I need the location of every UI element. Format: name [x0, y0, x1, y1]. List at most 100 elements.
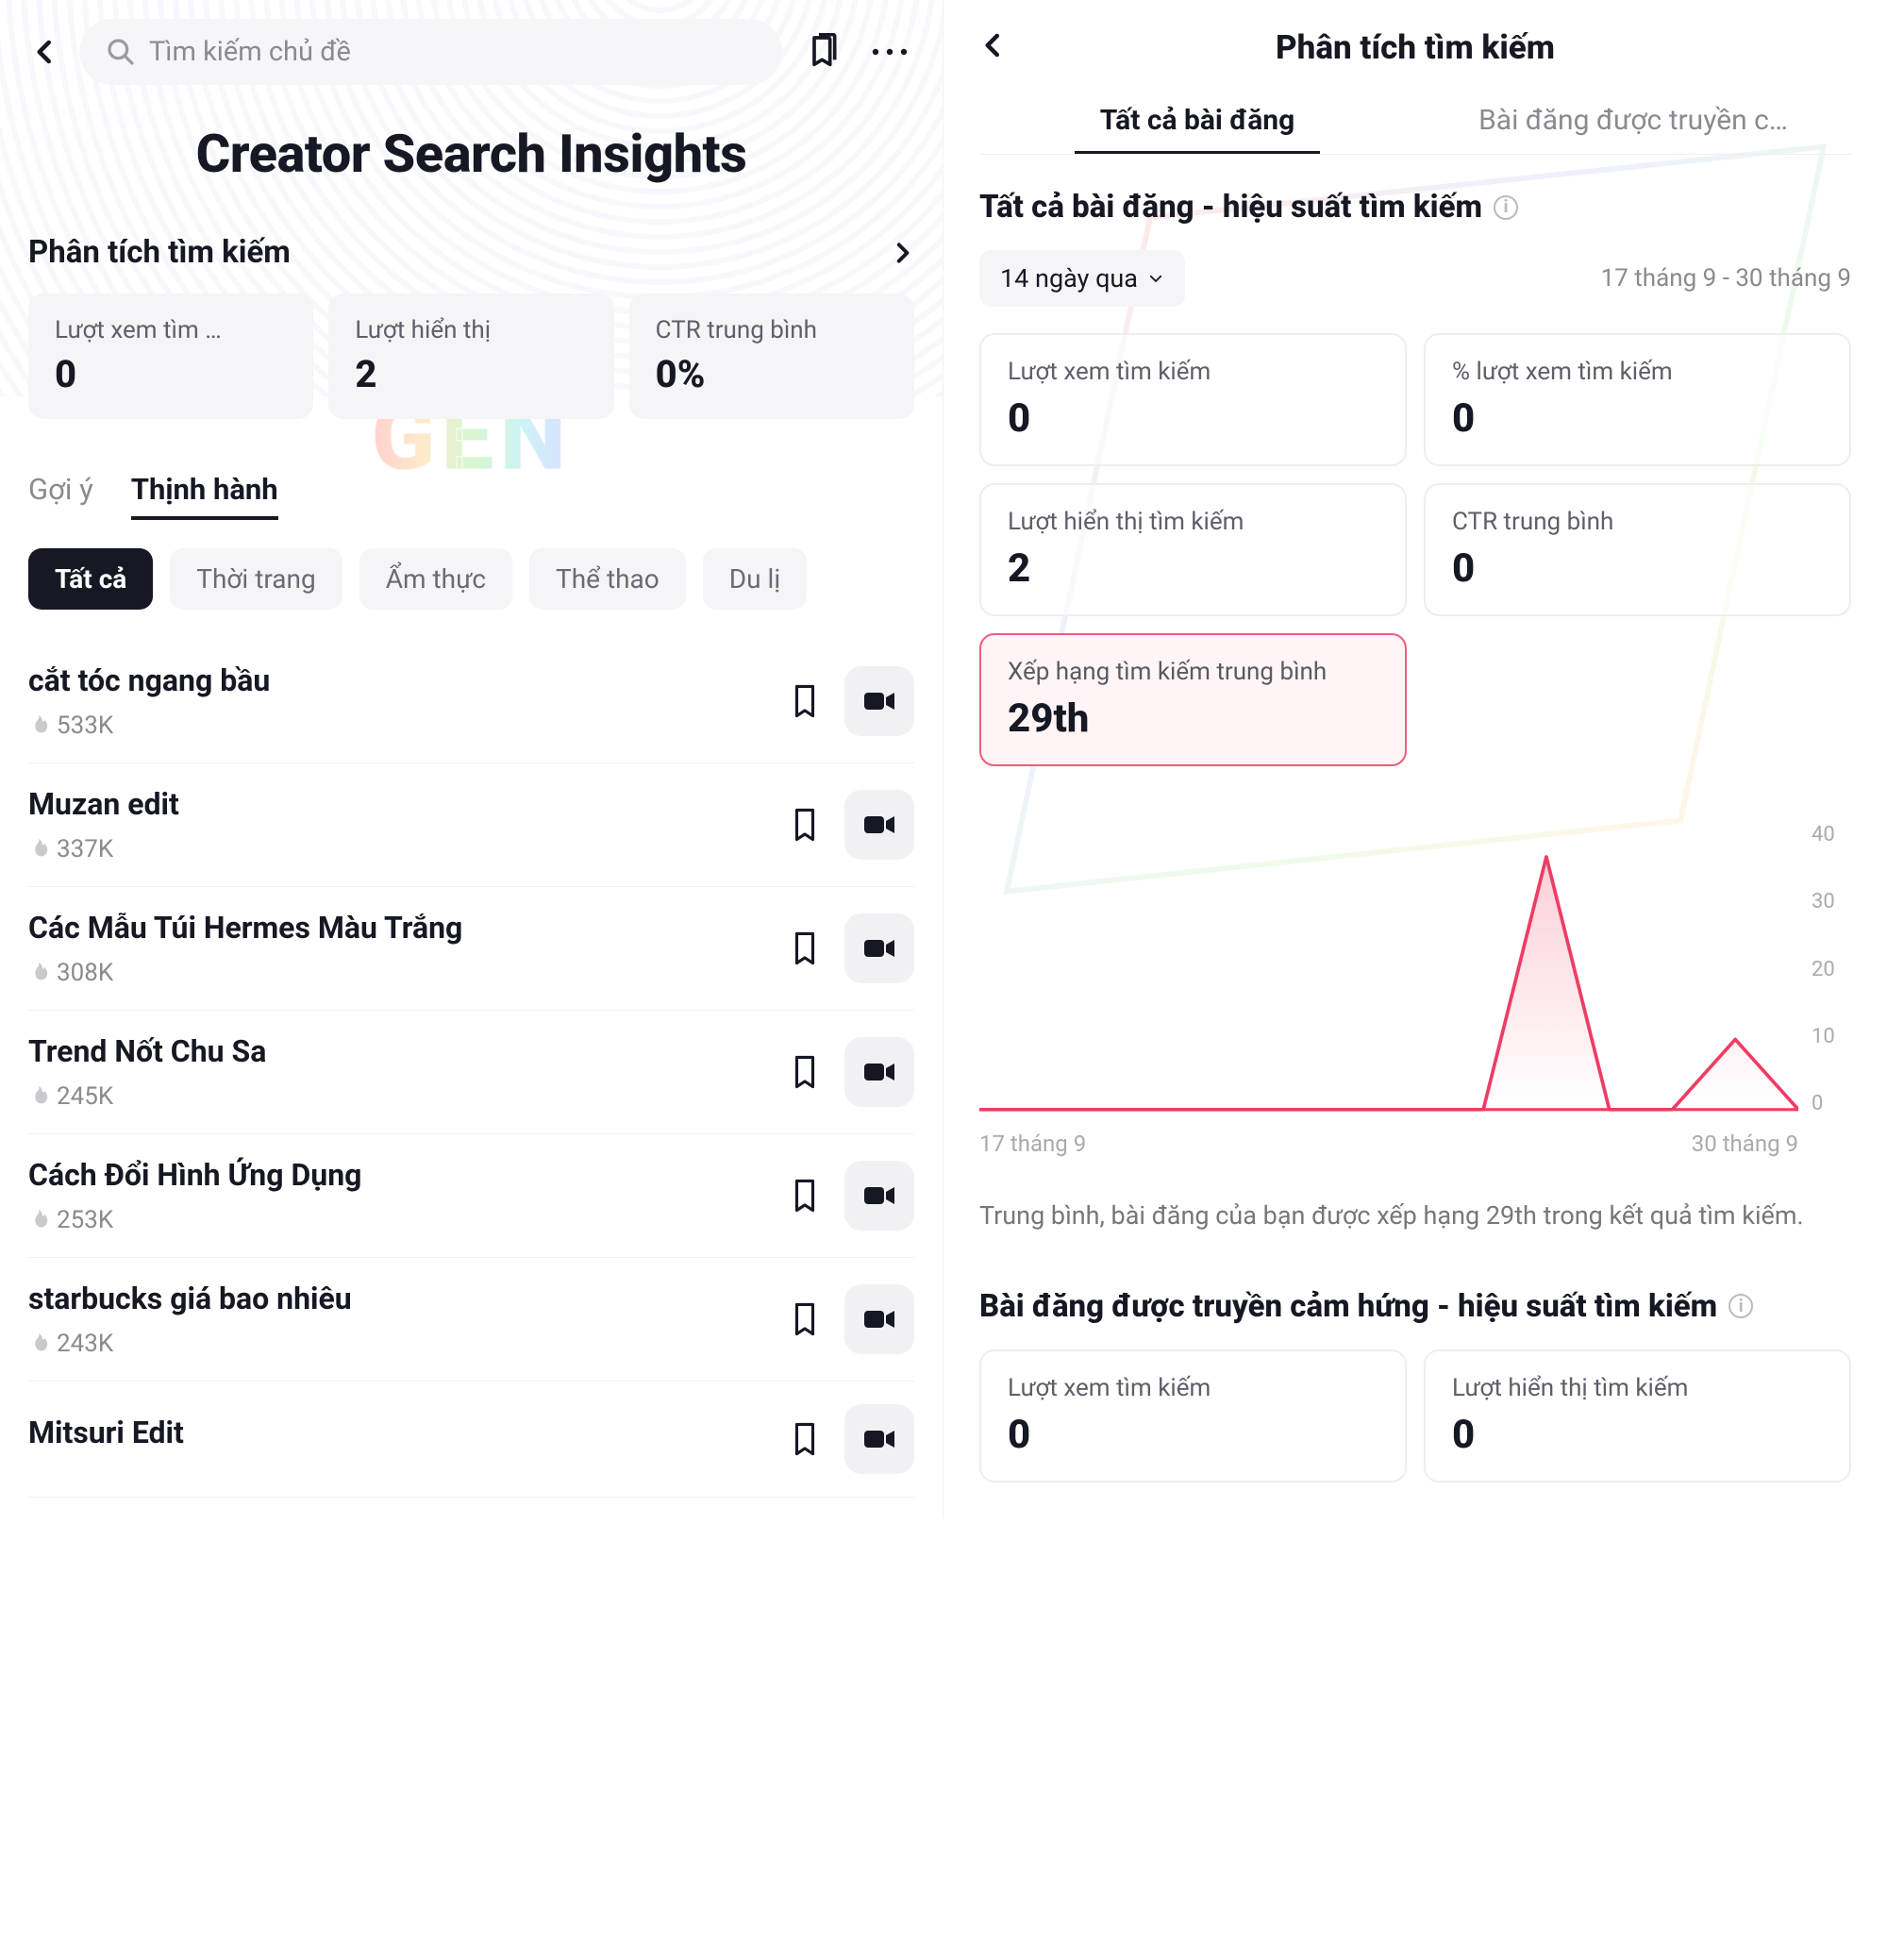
- video-icon: [863, 937, 895, 960]
- video-button[interactable]: [844, 790, 914, 860]
- chart-svg: [979, 823, 1798, 1115]
- stat-value: 0: [55, 352, 287, 396]
- video-icon: [863, 1428, 895, 1450]
- chip-fashion[interactable]: Thời trang: [170, 548, 342, 610]
- chevron-right-icon: [890, 241, 914, 265]
- back-button[interactable]: [28, 35, 62, 69]
- bookmark-button[interactable]: [784, 1298, 826, 1340]
- topic-row[interactable]: Trend Nốt Chu Sa245K: [28, 1011, 914, 1134]
- stat-label: Lượt hiển thị: [355, 316, 587, 344]
- chip-sports[interactable]: Thể thao: [529, 548, 686, 610]
- metric-avg-ctr[interactable]: CTR trung bình 0: [1424, 483, 1851, 616]
- topic-count: 245K: [57, 1082, 113, 1111]
- metric-label: Lượt xem tìm kiếm: [1008, 1374, 1378, 1402]
- bookmark-icon: [789, 1177, 821, 1215]
- bookmark-icon: [789, 1053, 821, 1091]
- chip-travel[interactable]: Du lị: [703, 548, 807, 610]
- back-button[interactable]: [979, 31, 1008, 63]
- bookmark-button[interactable]: [784, 1418, 826, 1460]
- chip-all[interactable]: Tất cả: [28, 548, 153, 610]
- topic-row[interactable]: Các Mẫu Túi Hermes Màu Trắng308K: [28, 887, 914, 1011]
- topic-meta: 243K: [28, 1330, 352, 1358]
- tab-suggest[interactable]: Gợi ý: [28, 472, 93, 520]
- metric-pct-search-views[interactable]: % lượt xem tìm kiếm 0: [1424, 333, 1851, 466]
- metric-label: Lượt xem tìm kiếm: [1008, 358, 1378, 386]
- right-topbar: Phân tích tìm kiếm: [979, 19, 1851, 75]
- bookmark-stack-icon: [805, 33, 843, 71]
- bookmark-button[interactable]: [784, 1175, 826, 1216]
- metric-avg-rank[interactable]: Xếp hạng tìm kiếm trung bình 29th: [979, 633, 1407, 766]
- topic-meta: 308K: [28, 959, 462, 987]
- topic-row[interactable]: starbucks giá bao nhiêu243K: [28, 1258, 914, 1382]
- video-button[interactable]: [844, 1037, 914, 1107]
- topic-meta: 337K: [28, 835, 179, 863]
- topic-row[interactable]: Mitsuri Edit: [28, 1382, 914, 1498]
- analytics-section-link[interactable]: Phân tích tìm kiếm: [28, 234, 914, 271]
- video-button[interactable]: [844, 666, 914, 736]
- topic-count: 243K: [57, 1330, 113, 1358]
- metric-value: 0: [1008, 395, 1378, 442]
- more-button[interactable]: [865, 27, 914, 76]
- stat-value: 0%: [656, 352, 888, 396]
- video-icon: [863, 1061, 895, 1083]
- bookmark-icon: [789, 682, 821, 720]
- topic-title: Muzan edit: [28, 786, 179, 822]
- section-inspired-head: Bài đăng được truyền cảm hứng - hiệu suấ…: [979, 1288, 1851, 1325]
- video-button[interactable]: [844, 1284, 914, 1354]
- bookmarks-button[interactable]: [799, 27, 848, 76]
- tab-all-posts[interactable]: Tất cả bài đăng: [979, 104, 1415, 154]
- content-tabs: Gợi ý Thịnh hành: [28, 472, 914, 520]
- metric-label: Xếp hạng tìm kiếm trung bình: [1008, 658, 1378, 686]
- info-icon[interactable]: i: [1728, 1294, 1753, 1318]
- topic-actions: [784, 1404, 914, 1474]
- y-tick: 30: [1812, 890, 1835, 913]
- topic-row[interactable]: cắt tóc ngang bầu533K: [28, 640, 914, 763]
- stat-card-ctr[interactable]: CTR trung bình 0%: [629, 293, 914, 419]
- topic-row[interactable]: Muzan edit 337K: [28, 763, 914, 887]
- metric-label: % lượt xem tìm kiếm: [1452, 358, 1823, 386]
- bookmark-button[interactable]: [784, 1051, 826, 1093]
- section-inspired-title: Bài đăng được truyền cảm hứng - hiệu suấ…: [979, 1288, 1717, 1325]
- metric2-search-views[interactable]: Lượt xem tìm kiếm 0: [979, 1349, 1407, 1483]
- topic-list: cắt tóc ngang bầu533K Muzan edit 337K Các M…: [28, 640, 914, 1498]
- video-button[interactable]: [844, 913, 914, 983]
- tab-inspired-posts[interactable]: Bài đăng được truyền c…: [1415, 104, 1851, 154]
- stat-card-search-views[interactable]: Lượt xem tìm … 0: [28, 293, 313, 419]
- bookmark-button[interactable]: [784, 928, 826, 969]
- metric-grid: Lượt xem tìm kiếm 0 % lượt xem tìm kiếm …: [979, 333, 1851, 616]
- bookmark-button[interactable]: [784, 804, 826, 846]
- topic-count: 533K: [57, 712, 113, 740]
- topic-count: 253K: [57, 1206, 113, 1234]
- metric-label: Lượt hiển thị tìm kiếm: [1008, 508, 1378, 536]
- flame-icon: [28, 837, 49, 862]
- date-filter-dropdown[interactable]: 14 ngày qua: [979, 250, 1185, 307]
- y-tick: 40: [1812, 823, 1835, 846]
- chart-y-axis: 403020100: [1798, 823, 1851, 1115]
- bookmark-icon: [789, 1420, 821, 1458]
- metric-value: 0: [1452, 1412, 1823, 1458]
- chip-food[interactable]: Ẩm thực: [359, 548, 512, 610]
- topic-actions: [784, 1161, 914, 1231]
- tab-trending[interactable]: Thịnh hành: [131, 472, 278, 520]
- topic-actions: [784, 790, 914, 860]
- chart-note: Trung bình, bài đăng của bạn được xếp hạ…: [979, 1197, 1851, 1235]
- search-input[interactable]: Tìm kiếm chủ đề: [79, 19, 782, 85]
- bookmark-button[interactable]: [784, 680, 826, 722]
- topic-meta: 245K: [28, 1082, 266, 1111]
- topic-info: cắt tóc ngang bầu533K: [28, 662, 270, 740]
- video-icon: [863, 1308, 895, 1331]
- video-button[interactable]: [844, 1404, 914, 1474]
- video-button[interactable]: [844, 1161, 914, 1231]
- topic-row[interactable]: Cách Đổi Hình Ứng Dụng253K: [28, 1134, 914, 1258]
- info-icon[interactable]: i: [1494, 195, 1518, 220]
- metric2-search-impressions[interactable]: Lượt hiển thị tìm kiếm 0: [1424, 1349, 1851, 1483]
- metric-search-views[interactable]: Lượt xem tìm kiếm 0: [979, 333, 1407, 466]
- stat-label: Lượt xem tìm …: [55, 316, 287, 344]
- metric-search-impressions[interactable]: Lượt hiển thị tìm kiếm 2: [979, 483, 1407, 616]
- stat-card-impressions[interactable]: Lượt hiển thị 2: [328, 293, 613, 419]
- analytics-section-label: Phân tích tìm kiếm: [28, 234, 291, 271]
- flame-icon: [28, 713, 49, 738]
- y-tick: 0: [1812, 1092, 1823, 1115]
- topic-info: Cách Đổi Hình Ứng Dụng253K: [28, 1157, 361, 1234]
- topic-count: 308K: [57, 959, 113, 987]
